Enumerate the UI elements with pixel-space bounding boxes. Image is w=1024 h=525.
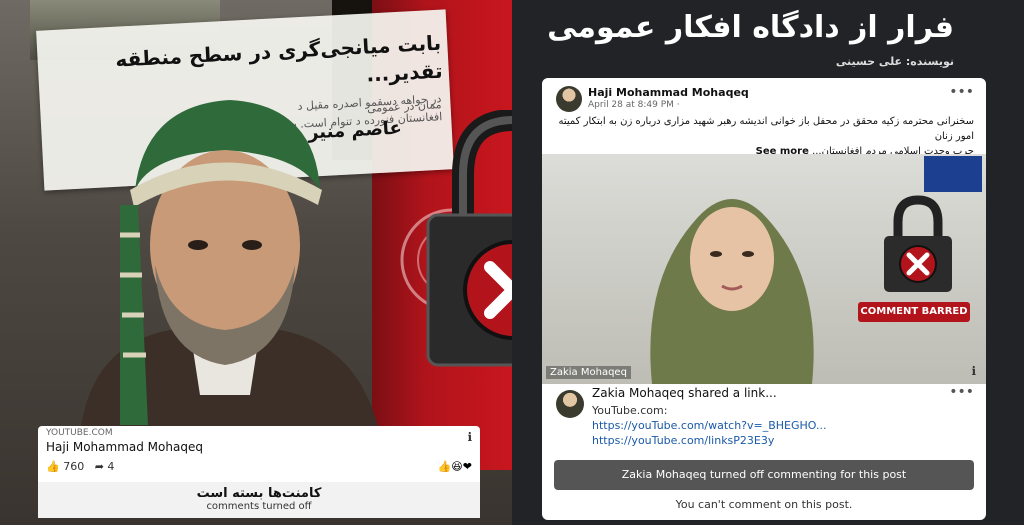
- info-icon[interactable]: ℹ: [467, 430, 472, 444]
- cant-comment-text: You can't comment on this post.: [675, 498, 853, 511]
- share-icon[interactable]: ➦: [95, 460, 104, 473]
- share-options-icon[interactable]: •••: [949, 384, 974, 400]
- sharer-avatar[interactable]: [556, 390, 584, 418]
- right-title: فرار از دادگاه افکار عمومی: [547, 10, 954, 45]
- share-site: YouTube.com:: [592, 404, 668, 417]
- small-lock-icon: [884, 195, 952, 292]
- share-link-2[interactable]: https://youTube.com/linksP23E3y: [592, 434, 774, 447]
- more-options-icon[interactable]: •••: [949, 84, 974, 100]
- info-icon[interactable]: ℹ: [971, 364, 976, 378]
- right-panel: فرار از دادگاه افکار عمومی نویسنده: علی …: [512, 0, 1024, 525]
- sharer-text[interactable]: Zakia Mohaqeq shared a link...: [592, 386, 777, 400]
- post-text-line: سخنرانی محترمه زکیه محقق در محفل باز خوا…: [558, 116, 975, 142]
- flag-badge-icon: [924, 156, 982, 192]
- comments-off-banner: Zakia Mohaqeq turned off commenting for …: [554, 460, 974, 490]
- like-icon[interactable]: 👍: [46, 460, 60, 473]
- author-avatar[interactable]: [556, 86, 582, 112]
- card-name[interactable]: Haji Mohammad Mohaqeq: [46, 440, 203, 454]
- card-source: YOUTUBE.COM: [46, 428, 113, 438]
- share-link-1[interactable]: https://youTube.com/watch?v=_BHEGHO...: [592, 419, 827, 432]
- closed-label-en: comments turned off: [206, 501, 312, 512]
- comments-closed: کامنت‌ها بسته است comments turned off: [38, 482, 480, 518]
- fb-card-left: YOUTUBE.COM Haji Mohammad Mohaqeq ℹ 👍 76…: [38, 426, 480, 518]
- right-byline: نویسنده: علی حسینی: [835, 55, 954, 68]
- post-text: سخنرانی محترمه زکیه محقق در محفل باز خوا…: [554, 114, 975, 159]
- card-stats: 👍 760 ➦ 4: [46, 460, 114, 473]
- comment-barred-badge: COMMENT BARRED: [858, 302, 970, 322]
- post-author[interactable]: Haji Mohammad Mohaqeq: [588, 86, 749, 99]
- like-count: 760: [63, 460, 85, 473]
- woman-portrait: [650, 199, 814, 384]
- closed-label-fa: کامنت‌ها بسته است: [196, 486, 322, 501]
- video-label: Zakia Mohaqeq: [546, 366, 631, 379]
- reactions-icon: 👍😆❤: [437, 460, 472, 473]
- man-portrait: [80, 100, 380, 435]
- share-count: 4: [107, 460, 115, 473]
- video-frame[interactable]: COMMENT BARRED Zakia Mohaqeq ℹ: [542, 154, 986, 384]
- post-time[interactable]: April 28 at 8:49 PM ·: [588, 100, 680, 110]
- fb-post: Haji Mohammad Mohaqeq April 28 at 8:49 P…: [542, 78, 986, 520]
